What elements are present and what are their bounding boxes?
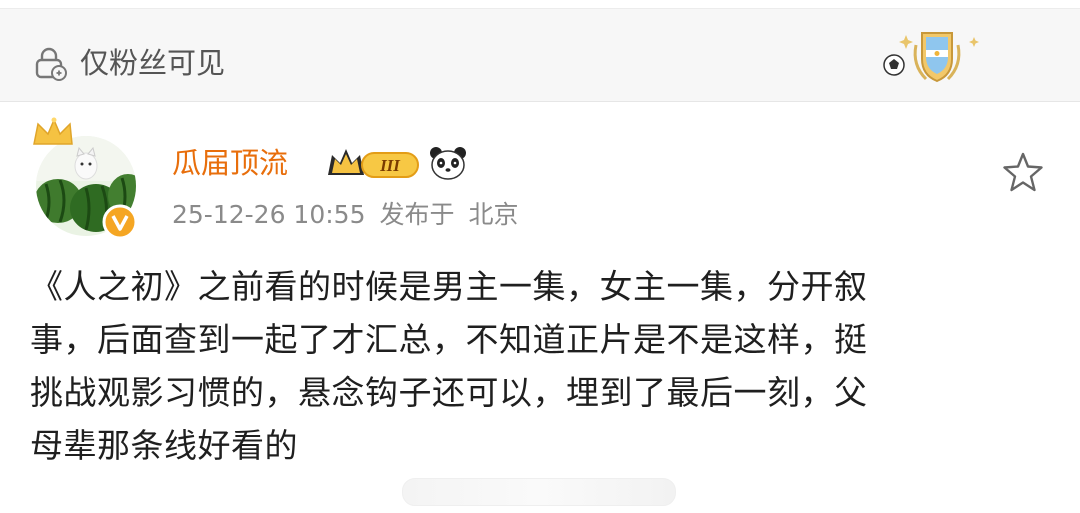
rank-badge-icon: III (328, 149, 419, 178)
visibility-bar: 仅粉丝可见 (0, 9, 1080, 102)
faded-watermark (402, 478, 676, 506)
author-name[interactable]: 瓜届顶流 (172, 143, 288, 183)
author-avatar[interactable] (30, 116, 142, 244)
location-prefix: 发布于 (379, 200, 455, 229)
post-datetime: 25-12-26 10:55 (172, 200, 366, 229)
post-line: 事，后面查到一起了才汇总，不知道正片是不是这样，挺 (30, 320, 868, 359)
post-line: 《人之初》之前看的时候是男主一集，女主一集，分开叙 (30, 267, 868, 306)
verified-icon (102, 204, 138, 240)
post-body: 《人之初》之前看的时候是男主一集，女主一集，分开叙 事，后面查到一起了才汇总，不… (30, 260, 1030, 472)
post-location: 北京 (468, 200, 519, 229)
panda-icon (430, 147, 466, 180)
football-badge-icon (883, 32, 979, 83)
favorite-star-icon[interactable] (1001, 150, 1045, 194)
svg-text:III: III (379, 156, 401, 175)
post-meta: 25-12-26 10:55 发布于 北京 (172, 197, 533, 233)
lock-icon (35, 47, 67, 81)
visibility-label: 仅粉丝可见 (80, 46, 226, 80)
post-line: 母辈那条线好看的 (30, 426, 298, 465)
crown-icon (33, 117, 73, 145)
post-line: 挑战观影习惯的，悬念钩子还可以，埋到了最后一刻，父 (30, 373, 868, 412)
